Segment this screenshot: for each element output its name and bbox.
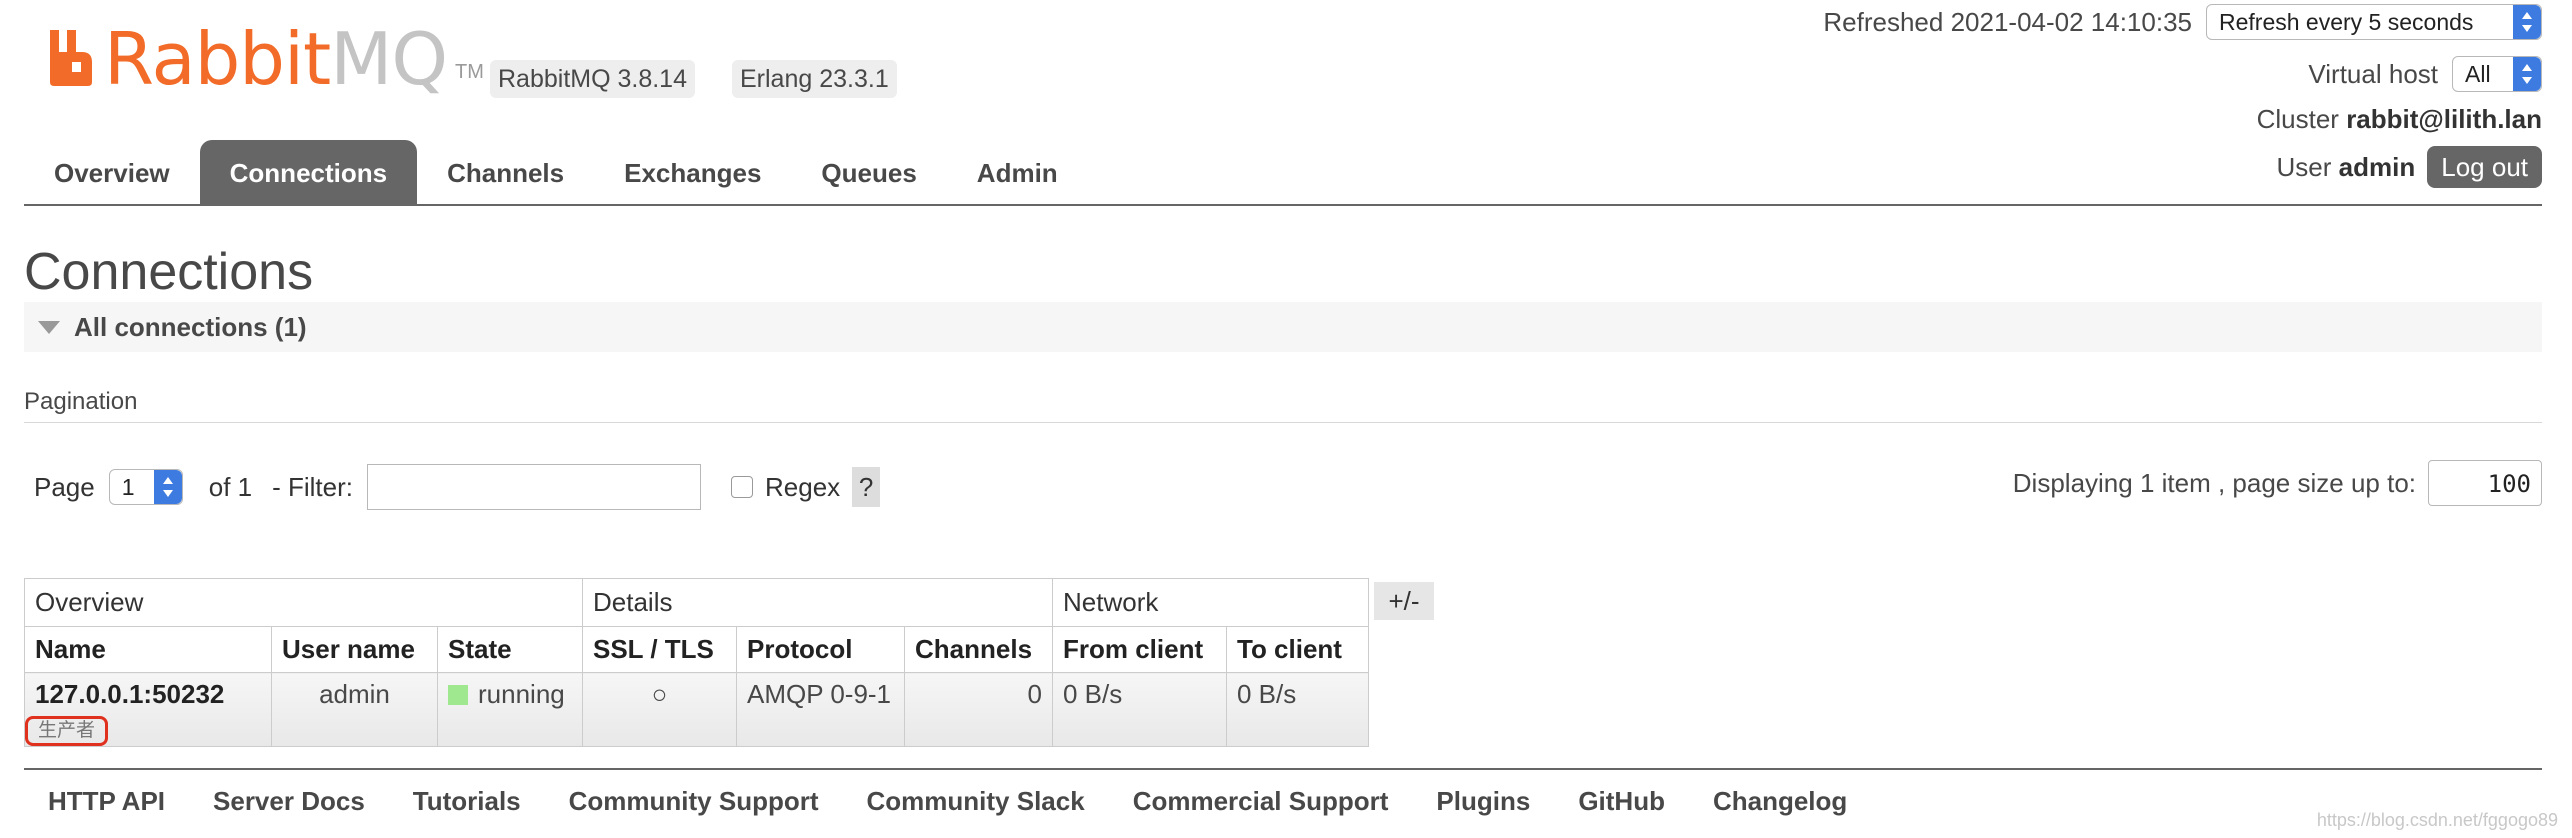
column-header-to-client[interactable]: To client xyxy=(1226,626,1369,673)
footer-link-community-support[interactable]: Community Support xyxy=(569,786,819,817)
tab-exchanges[interactable]: Exchanges xyxy=(594,140,791,206)
section-title: All connections (1) xyxy=(74,311,307,342)
cell-protocol: AMQP 0-9-1 xyxy=(736,672,905,747)
all-connections-section-toggle[interactable]: All connections (1) xyxy=(24,302,2542,352)
footer-link-github[interactable]: GitHub xyxy=(1578,786,1665,817)
trademark: TM xyxy=(455,61,484,83)
column-header-ssl-tls[interactable]: SSL / TLS xyxy=(582,626,737,673)
logout-button[interactable]: Log out xyxy=(2427,146,2542,188)
group-header-network: Network xyxy=(1052,578,1369,627)
tab-overview[interactable]: Overview xyxy=(24,140,200,206)
cell-state: running xyxy=(437,672,583,747)
nav-divider xyxy=(24,204,2542,206)
column-header-protocol[interactable]: Protocol xyxy=(736,626,905,673)
cell-to-client: 0 B/s xyxy=(1226,672,1369,747)
pagination-label[interactable]: Pagination xyxy=(24,388,137,416)
group-header-overview: Overview xyxy=(24,578,583,627)
footer-links: HTTP API Server Docs Tutorials Community… xyxy=(48,786,1895,817)
cell-from-client: 0 B/s xyxy=(1052,672,1227,747)
regex-label: Regex xyxy=(765,471,841,502)
rabbitmq-logo[interactable]: RabbitMQ TM xyxy=(46,22,484,95)
footer-divider xyxy=(24,768,2542,770)
column-header-channels[interactable]: Channels xyxy=(904,626,1053,673)
filter-row: Page 1 of 1 - Filter: Regex ? xyxy=(34,464,881,510)
page-size-input[interactable]: 100 xyxy=(2428,460,2542,506)
refreshed-timestamp: Refreshed 2021-04-02 14:10:35 xyxy=(1823,6,2192,37)
page-title: Connections xyxy=(24,243,314,301)
display-count-row: Displaying 1 item , page size up to: 100 xyxy=(2013,460,2542,506)
column-header-state[interactable]: State xyxy=(437,626,583,673)
tab-connections[interactable]: Connections xyxy=(199,140,418,206)
table-row: 127.0.0.1:50232 生产者 admin running ○ AMQP… xyxy=(24,672,1369,747)
vhost-row: Virtual host All xyxy=(2308,56,2542,92)
display-count-label: Displaying 1 item , page size up to: xyxy=(2012,467,2416,498)
column-header-from-client[interactable]: From client xyxy=(1052,626,1227,673)
collapse-triangle-icon xyxy=(38,320,60,334)
main-nav-tabs: Overview Connections Channels Exchanges … xyxy=(24,140,1088,206)
vhost-label: Virtual host xyxy=(2308,58,2438,89)
state-text: running xyxy=(478,679,565,709)
filter-label: - Filter: xyxy=(272,471,353,502)
group-header-details: Details xyxy=(582,578,1053,627)
footer-link-community-slack[interactable]: Community Slack xyxy=(867,786,1085,817)
footer-link-plugins[interactable]: Plugins xyxy=(1436,786,1530,817)
footer-link-tutorials[interactable]: Tutorials xyxy=(413,786,521,817)
refresh-status: Refreshed 2021-04-02 14:10:35 Refresh ev… xyxy=(1823,4,2542,40)
footer-link-commercial-support[interactable]: Commercial Support xyxy=(1133,786,1389,817)
refresh-interval-select[interactable]: Refresh every 5 seconds xyxy=(2206,4,2542,40)
page-select-value: 1 xyxy=(121,473,135,500)
connection-tag: 生产者 xyxy=(25,716,109,746)
page-select[interactable]: 1 xyxy=(108,469,183,505)
page-count-label: of 1 xyxy=(208,471,253,502)
cluster-row: Cluster rabbit@lilith.lan xyxy=(2257,104,2542,135)
column-header-name[interactable]: Name xyxy=(24,626,272,673)
select-arrows-icon xyxy=(2513,5,2541,39)
watermark: https://blog.csdn.net/fggogo89 xyxy=(2316,810,2558,830)
column-header-row: Name User name State SSL / TLS Protocol … xyxy=(24,626,1369,673)
footer-link-changelog[interactable]: Changelog xyxy=(1713,786,1847,817)
cell-user-name: admin xyxy=(271,672,438,747)
state-running-icon xyxy=(448,685,468,705)
brand-name-part2: MQ xyxy=(330,17,448,101)
tab-admin[interactable]: Admin xyxy=(947,140,1088,206)
column-group-row: Overview Details Network xyxy=(24,578,1369,627)
tab-queues[interactable]: Queues xyxy=(791,140,946,206)
footer-link-server-docs[interactable]: Server Docs xyxy=(213,786,365,817)
refresh-interval-value: Refresh every 5 seconds xyxy=(2219,8,2474,35)
columns-toggle-button[interactable]: +/- xyxy=(1374,582,1434,620)
connection-name-link[interactable]: 127.0.0.1:50232 xyxy=(35,679,261,710)
user-label: User xyxy=(2276,151,2332,182)
select-arrows-icon xyxy=(2513,57,2541,91)
rabbitmq-logo-icon xyxy=(46,26,98,88)
select-arrows-icon xyxy=(153,470,182,504)
pagination-divider xyxy=(24,422,2542,423)
cluster-label: Cluster xyxy=(2256,104,2339,134)
connections-table: Overview Details Network Name User name … xyxy=(24,578,1369,747)
user-row: User admin Log out xyxy=(2277,146,2542,188)
regex-help-button[interactable]: ? xyxy=(852,467,881,507)
regex-checkbox[interactable] xyxy=(731,476,753,498)
filter-input[interactable] xyxy=(367,464,701,510)
user-name: admin xyxy=(2338,151,2416,182)
brand-name-part1: Rabbit xyxy=(104,17,331,101)
vhost-select[interactable]: All xyxy=(2452,56,2542,92)
column-header-user-name[interactable]: User name xyxy=(271,626,438,673)
brand-name: RabbitMQ xyxy=(104,23,448,95)
footer-link-http-api[interactable]: HTTP API xyxy=(48,786,165,817)
rabbitmq-version-badge: RabbitMQ 3.8.14 xyxy=(490,60,695,98)
erlang-version-badge: Erlang 23.3.1 xyxy=(732,60,897,98)
tab-channels[interactable]: Channels xyxy=(417,140,594,206)
cell-channels: 0 xyxy=(904,672,1053,747)
page-label: Page xyxy=(34,471,95,502)
cell-name: 127.0.0.1:50232 生产者 xyxy=(24,672,272,747)
cell-ssl-tls: ○ xyxy=(582,672,737,747)
vhost-value: All xyxy=(2465,60,2491,87)
cluster-name: rabbit@lilith.lan xyxy=(2346,104,2542,134)
